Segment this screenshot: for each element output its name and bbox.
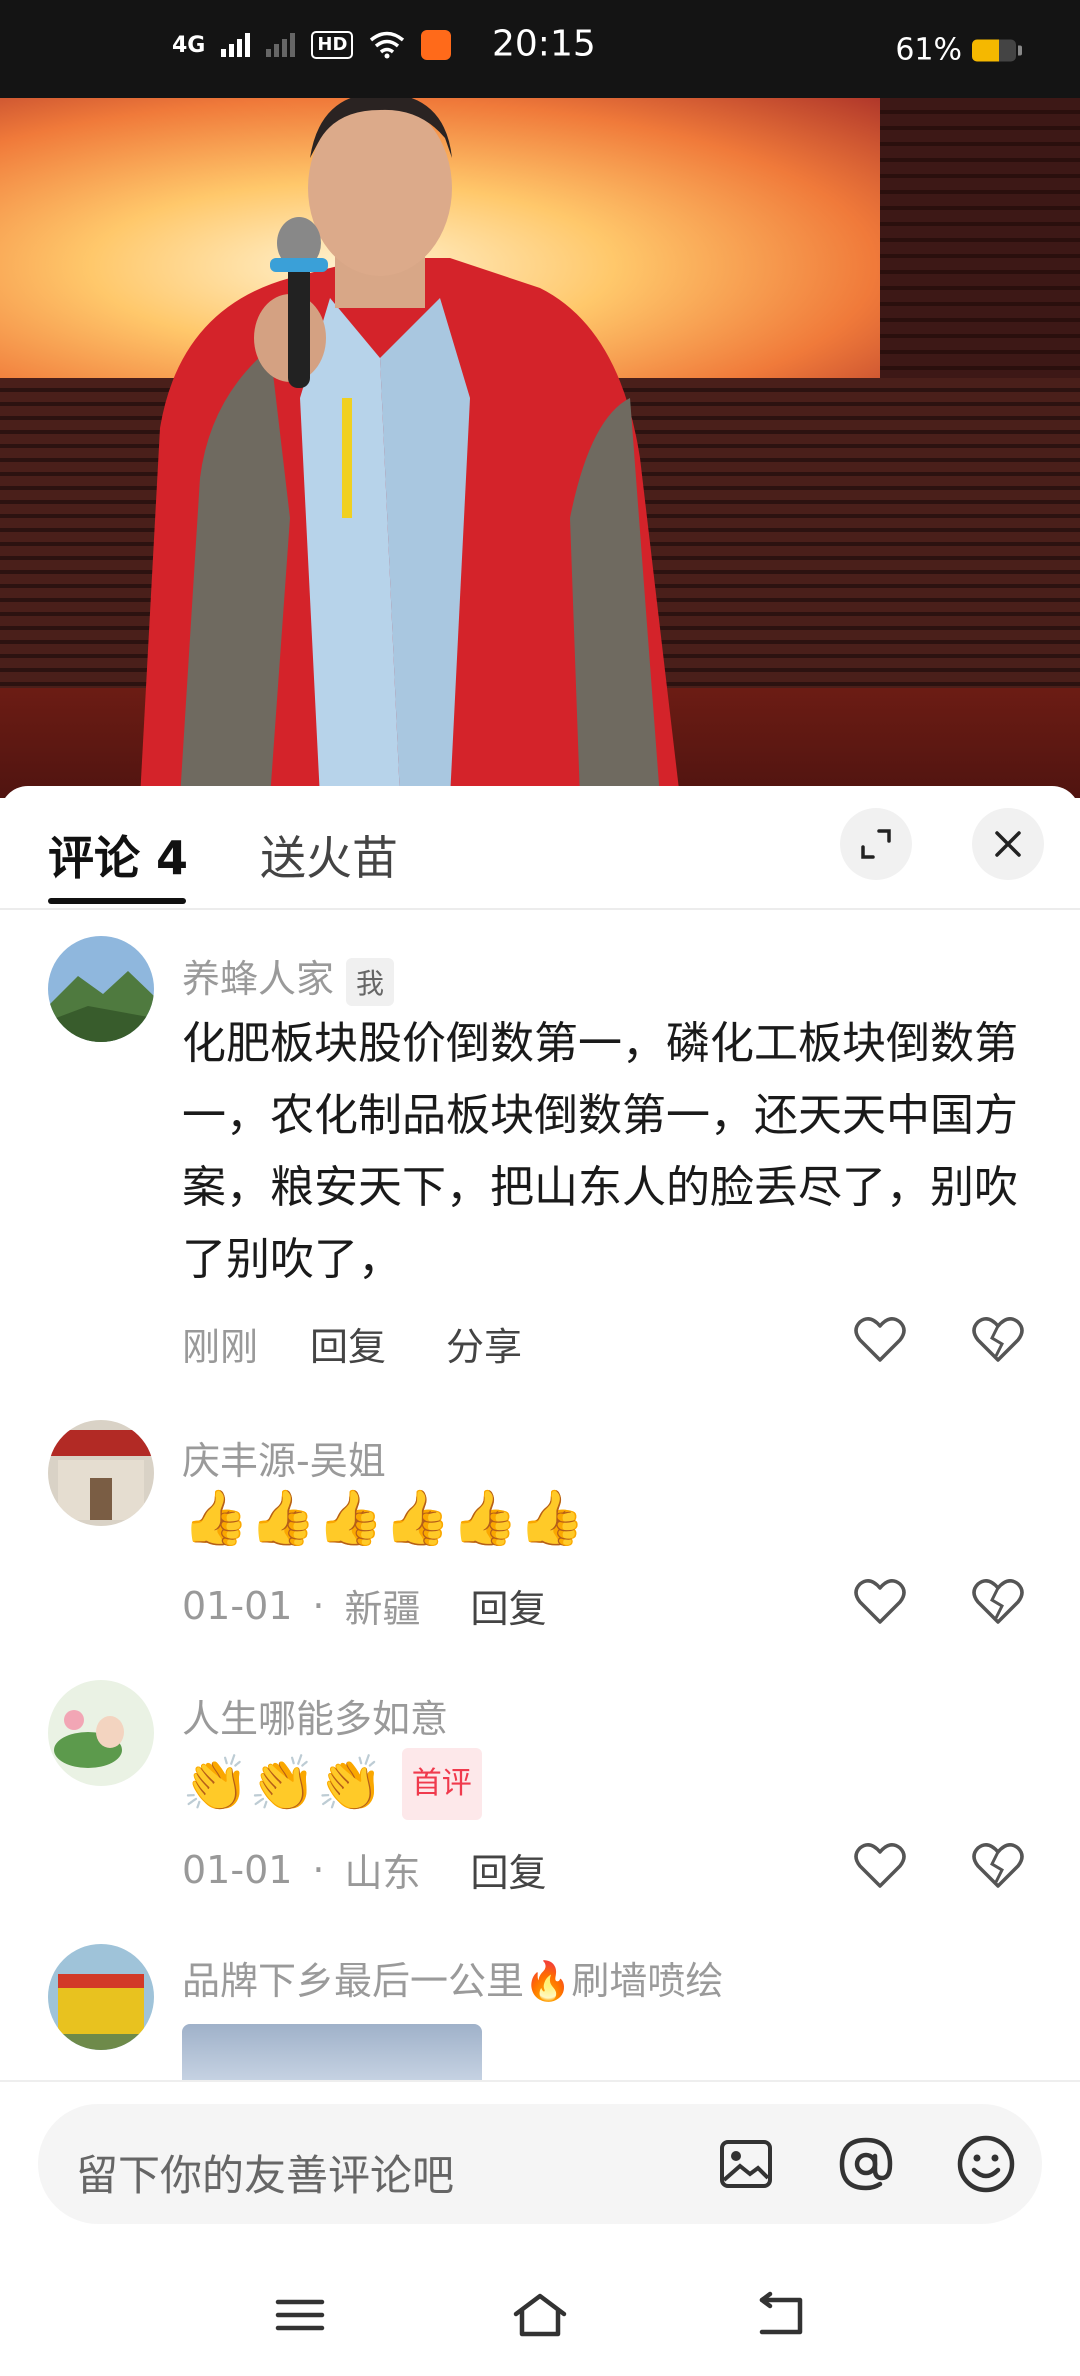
emoji-smile-icon[interactable] [954, 2132, 1018, 2196]
comment-location: 山东 [344, 1851, 421, 1895]
author-name[interactable]: 庆丰源-吴姐 [182, 1430, 386, 1485]
comment-input-area: 留下你的友善评论吧 [0, 2080, 1080, 2252]
active-tab-indicator [48, 898, 186, 904]
close-icon [995, 831, 1021, 857]
share-button[interactable]: 分享 [446, 1316, 522, 1371]
app-notification-icon [421, 30, 452, 60]
tab-send-flame[interactable]: 送火苗 [260, 822, 398, 888]
menu-icon[interactable] [270, 2290, 330, 2340]
avatar[interactable] [48, 1944, 154, 2050]
image-icon[interactable] [714, 2132, 778, 2196]
clock: 20:15 [492, 23, 596, 65]
battery-status: 61% [895, 33, 1022, 68]
comment-emojis: 👍👍👍👍👍👍 [182, 1486, 586, 1549]
system-nav-bar [0, 2250, 1080, 2376]
wall-paint-avatar-icon [48, 1944, 154, 2050]
author-name[interactable]: 品牌下乡最后一公里🔥刷墙喷绘 [182, 1950, 723, 2005]
meta-separator: · [312, 1583, 325, 1628]
dislike-broken-heart-icon[interactable] [972, 1578, 1024, 1626]
first-comment-badge: 首评 [401, 1748, 482, 1820]
like-heart-icon[interactable] [854, 1842, 906, 1890]
expand-icon [861, 829, 891, 859]
reply-button[interactable]: 回复 [471, 1578, 547, 1633]
comment-location: 新疆 [344, 1587, 421, 1631]
clap-emojis: 👏👏👏 [182, 1752, 384, 1815]
dislike-broken-heart-icon[interactable] [972, 1842, 1024, 1890]
input-placeholder[interactable]: 留下你的友善评论吧 [76, 2142, 454, 2203]
close-button[interactable] [972, 808, 1044, 880]
reply-button[interactable]: 回复 [471, 1842, 547, 1897]
shop-avatar-icon [48, 1420, 154, 1526]
lotus-avatar-icon [48, 1680, 154, 1786]
mountain-avatar-icon [48, 936, 154, 1042]
status-icons-left: 4G HD [172, 30, 452, 60]
hd-icon: HD [311, 31, 354, 59]
status-bar: 4G HD 20:15 61% [0, 0, 1080, 98]
me-badge: 我 [346, 957, 395, 1006]
wifi-icon [370, 31, 405, 59]
comment-input[interactable]: 留下你的友善评论吧 [38, 2104, 1042, 2224]
battery-tip [1018, 45, 1022, 55]
like-heart-icon[interactable] [854, 1316, 906, 1364]
comment-time: 刚刚 [182, 1325, 259, 1369]
avatar[interactable] [48, 1420, 154, 1526]
author-name[interactable]: 养蜂人家 [182, 957, 334, 1001]
signal-2-icon [266, 33, 296, 57]
comment-meta: 01-01 · 山东 回复 [182, 1842, 547, 1897]
expand-button[interactable] [840, 808, 912, 880]
signal-icon [221, 33, 251, 57]
back-icon[interactable] [750, 2290, 810, 2340]
comments-tabs: 评论 4 送火苗 [0, 786, 1080, 910]
comment-time: 01-01 [182, 1847, 293, 1892]
tab-comments[interactable]: 评论 4 [48, 822, 188, 888]
author-name[interactable]: 人生哪能多如意 [182, 1688, 448, 1743]
comment-meta: 01-01 · 新疆 回复 [182, 1578, 547, 1633]
home-icon[interactable] [510, 2290, 570, 2340]
avatar[interactable] [48, 936, 154, 1042]
reply-button[interactable]: 回复 [310, 1316, 386, 1371]
avatar[interactable] [48, 1680, 154, 1786]
comment-meta: 刚刚 回复 分享 [182, 1316, 522, 1371]
comment-author[interactable]: 养蜂人家我 [182, 948, 395, 1006]
dislike-broken-heart-icon[interactable] [972, 1316, 1024, 1364]
meta-separator: · [312, 1847, 325, 1892]
like-heart-icon[interactable] [854, 1578, 906, 1626]
mention-at-icon[interactable] [834, 2132, 898, 2196]
comment-emojis: 👏👏👏 首评 [182, 1748, 482, 1820]
comment-time: 01-01 [182, 1583, 293, 1628]
speaker-figure [140, 98, 680, 798]
network-type: 4G [172, 32, 206, 58]
video-player[interactable] [0, 98, 1080, 798]
battery-percent: 61% [895, 32, 962, 68]
comment-image-preview[interactable] [182, 2024, 482, 2084]
battery-icon [972, 39, 1016, 61]
comment-text: 化肥板块股价倒数第一，磷化工板块倒数第一，农化制品板块倒数第一，还天天中国方案，… [182, 1018, 1018, 1285]
